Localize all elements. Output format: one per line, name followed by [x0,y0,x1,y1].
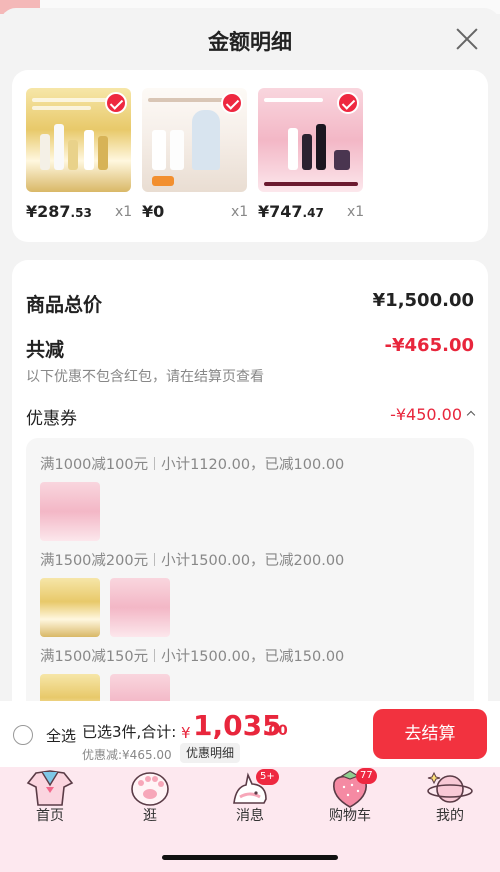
coupon-rule: 满1500减150元 小计1500.00，已减150.00 [40,649,345,665]
tab-label: 消息 [236,808,264,824]
discount-text: 优惠减:¥465.00 [82,748,172,762]
tab-label: 逛 [143,808,157,824]
coupon-rule: 满1000减100元 小计1120.00，已减100.00 [40,457,345,473]
product-quantity: x1 [347,204,365,220]
tab-label: 购物车 [329,808,371,824]
sheet-title: 金额明细 [208,30,292,54]
home-indicator[interactable] [162,855,338,860]
coupon-product-thumbnail [40,578,100,637]
total-reduction-label: 共减 [26,339,65,361]
sailor-shirt-icon [26,770,74,806]
cat-paw-icon [131,772,169,806]
selected-summary: 已选3件,合计: [82,723,177,741]
total-amount-decimal: .00 [263,723,288,739]
select-all-radio[interactable] [13,725,33,745]
checkout-button[interactable]: 去结算 [373,709,487,759]
tab-label: 我的 [436,808,464,824]
select-all-label[interactable]: 全选 [46,725,76,746]
tab-label: 首页 [36,808,64,824]
product-quantity: x1 [231,204,249,220]
checked-icon [221,92,243,114]
total-reduction-value: -¥465.00 [384,335,474,356]
cart-badge: 77 [356,768,377,784]
product-thumbnail [258,88,363,192]
coupon-rule: 满1500减200元 小计1500.00，已减200.00 [40,553,345,569]
coupon-product-thumbnail [110,578,170,637]
checked-icon [337,92,359,114]
product-price: ¥0 [142,202,165,221]
goods-total-row: 商品总价 ¥1,500.00 [26,290,474,317]
tab-home[interactable]: 首页 [0,767,100,837]
coupon-value: -¥450.00 [390,405,476,424]
chevron-up-icon [466,410,476,420]
checkout-bar: 全选 已选3件,合计: ¥ 1,035 .00 优惠减:¥465.00 优惠明细… [0,701,500,767]
goods-total-label: 商品总价 [26,294,103,316]
planet-icon [427,771,473,803]
product-card: ¥287.53 x1 ¥0 x1 ¥747.47 x1 [12,70,488,242]
discount-detail-button[interactable]: 优惠明细 [180,743,241,763]
close-icon[interactable] [454,26,480,52]
total-reduction-row: 共减 -¥465.00 [26,335,474,362]
message-badge: 5+ [256,769,279,785]
tab-browse[interactable]: 逛 [100,767,200,837]
coupon-product-thumbnail [40,482,100,541]
product-price: ¥747.47 [258,202,324,221]
coupon-label: 优惠券 [26,409,77,429]
checked-icon [105,92,127,114]
coupon-detail-box: 满1000减100元 小计1120.00，已减100.00 满1500减200元小… [26,438,474,728]
tab-messages[interactable]: 5+ 消息 [200,767,300,837]
goods-total-value: ¥1,500.00 [372,290,474,311]
product-price: ¥287.53 [26,202,92,221]
product-item[interactable]: ¥287.53 x1 [26,88,132,221]
product-thumbnail [142,88,247,192]
tab-cart[interactable]: 77 购物车 [300,767,400,837]
reduction-note: 以下优惠不包含红包，请在结算页查看 [26,369,264,385]
product-thumbnail [26,88,131,192]
product-quantity: x1 [115,204,133,220]
product-item[interactable]: ¥0 x1 [142,88,248,221]
tab-profile[interactable]: 我的 [400,767,500,837]
product-item[interactable]: ¥747.47 x1 [258,88,364,221]
coupon-row[interactable]: 优惠券 -¥450.00 [26,404,476,429]
total-currency: ¥ [181,724,191,742]
